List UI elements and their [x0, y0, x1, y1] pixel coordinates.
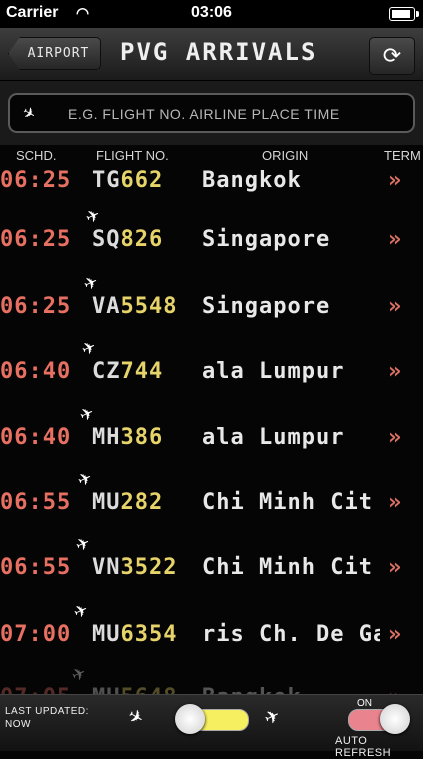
scheduled-time: 06:40: [0, 359, 72, 384]
flight-digits: 386: [120, 425, 164, 450]
flight-digits: 744: [120, 359, 164, 384]
arrivals-departures-slider[interactable]: [175, 704, 249, 734]
terminal-chevron-icon[interactable]: »: [388, 227, 401, 252]
scheduled-time: 06:40: [0, 425, 72, 450]
toggle-on-label: ON: [357, 698, 372, 709]
flight-row[interactable]: ✈ 06:55 MU282 Chi Minh Cit»: [0, 464, 423, 548]
back-button[interactable]: AIRPORT: [8, 37, 101, 70]
flight-row[interactable]: ✈ 06:25 SQ826 Singapore»: [0, 201, 423, 285]
scheduled-time: 06:25: [0, 294, 72, 319]
flight-row[interactable]: ✈ 06:25 VA5548 Singapore»: [0, 268, 423, 352]
origin-city: Bangkok: [202, 168, 302, 193]
battery-icon: [389, 7, 419, 21]
origin-city: ris Ch. De Ga: [202, 622, 380, 647]
arrivals-icon: ✈: [261, 704, 284, 730]
flight-number: VN3522: [92, 555, 177, 580]
airline-code: TG: [92, 168, 121, 193]
flight-number: VA5548: [92, 294, 177, 319]
departures-icon: ✈: [124, 704, 148, 730]
origin-city: Chi Minh Cit: [202, 490, 373, 515]
refresh-icon: ⟳: [382, 43, 402, 69]
last-updated: LAST UPDATED: NOW: [5, 705, 89, 731]
flight-number: MU282: [92, 490, 163, 515]
origin-city: Chi Minh Cit: [202, 555, 373, 580]
flight-number: MU6354: [92, 622, 177, 647]
scheduled-time: 06:25: [0, 168, 72, 193]
refresh-button[interactable]: ⟳: [369, 37, 415, 75]
flight-digits: 826: [120, 227, 164, 252]
last-updated-value: NOW: [5, 719, 31, 730]
airline-code: CZ: [92, 359, 121, 384]
airline-code: VN: [92, 555, 121, 580]
flight-row[interactable]: ✈ 07:00 MU6354 ris Ch. De Ga»: [0, 596, 423, 680]
bottom-toolbar: LAST UPDATED: NOW ✈ ✈ ON AUTO REFRESH: [0, 694, 423, 759]
airplane-icon: ✈: [18, 98, 42, 126]
clock: 03:06: [191, 4, 232, 21]
scheduled-time: 06:55: [0, 490, 72, 515]
page-title: PVG ARRIVALS: [120, 38, 318, 66]
flight-number: MH386: [92, 425, 163, 450]
flight-digits: 6354: [120, 622, 178, 647]
terminal-chevron-icon[interactable]: »: [388, 294, 401, 319]
flight-digits: 5548: [120, 294, 178, 319]
origin-city: ala Lumpur: [202, 425, 345, 450]
flight-digits: 282: [120, 490, 164, 515]
header-terminal: TERM: [384, 148, 421, 163]
origin-city: Singapore: [202, 227, 331, 252]
scheduled-time: 06:55: [0, 555, 72, 580]
flight-row[interactable]: ✈ 06:55 VN3522 Chi Minh Cit»: [0, 529, 423, 613]
flight-digits: 3522: [120, 555, 178, 580]
flight-row[interactable]: ✈ 06:40 CZ744 ala Lumpur»: [0, 333, 423, 417]
flight-number: CZ744: [92, 359, 163, 384]
last-updated-label: LAST UPDATED:: [5, 706, 89, 717]
flight-row[interactable]: 06:25 TG662 Bangkok »: [0, 166, 423, 226]
scheduled-time: 07:00: [0, 622, 72, 647]
search-box[interactable]: ✈: [8, 93, 415, 133]
flight-row[interactable]: ✈ 06:40 MH386 ala Lumpur»: [0, 399, 423, 483]
column-headers: SCHD. FLIGHT NO. ORIGIN TERM: [0, 148, 423, 166]
navigation-bar: AIRPORT PVG ARRIVALS ⟳: [0, 28, 423, 81]
terminal-chevron-icon[interactable]: »: [388, 425, 401, 450]
flight-number: SQ826: [92, 227, 163, 252]
airline-code: VA: [92, 294, 121, 319]
airline-code: SQ: [92, 227, 121, 252]
origin-city: Singapore: [202, 294, 331, 319]
airline-code: MU: [92, 622, 121, 647]
slider-thumb[interactable]: [175, 704, 205, 734]
terminal-chevron-icon[interactable]: »: [388, 490, 401, 515]
toggle-thumb[interactable]: [380, 704, 410, 734]
search-area: ✈: [0, 81, 423, 145]
header-scheduled: SCHD.: [16, 148, 57, 163]
terminal-chevron-icon[interactable]: »: [388, 168, 401, 193]
header-origin: ORIGIN: [262, 148, 309, 163]
flight-number: TG662: [92, 168, 163, 193]
airline-code: MU: [92, 490, 121, 515]
status-bar: Carrier ◠ 03:06: [0, 0, 423, 28]
search-input[interactable]: [66, 102, 400, 126]
flight-digits: 662: [120, 168, 164, 193]
airline-code: MH: [92, 425, 121, 450]
scheduled-time: 06:25: [0, 227, 72, 252]
header-flight-number: FLIGHT NO.: [96, 148, 169, 163]
auto-refresh-label: AUTO REFRESH: [335, 735, 392, 759]
auto-refresh-toggle[interactable]: [348, 704, 410, 734]
terminal-chevron-icon[interactable]: »: [388, 359, 401, 384]
terminal-chevron-icon[interactable]: »: [388, 555, 401, 580]
origin-city: ala Lumpur: [202, 359, 345, 384]
terminal-chevron-icon[interactable]: »: [388, 622, 401, 647]
